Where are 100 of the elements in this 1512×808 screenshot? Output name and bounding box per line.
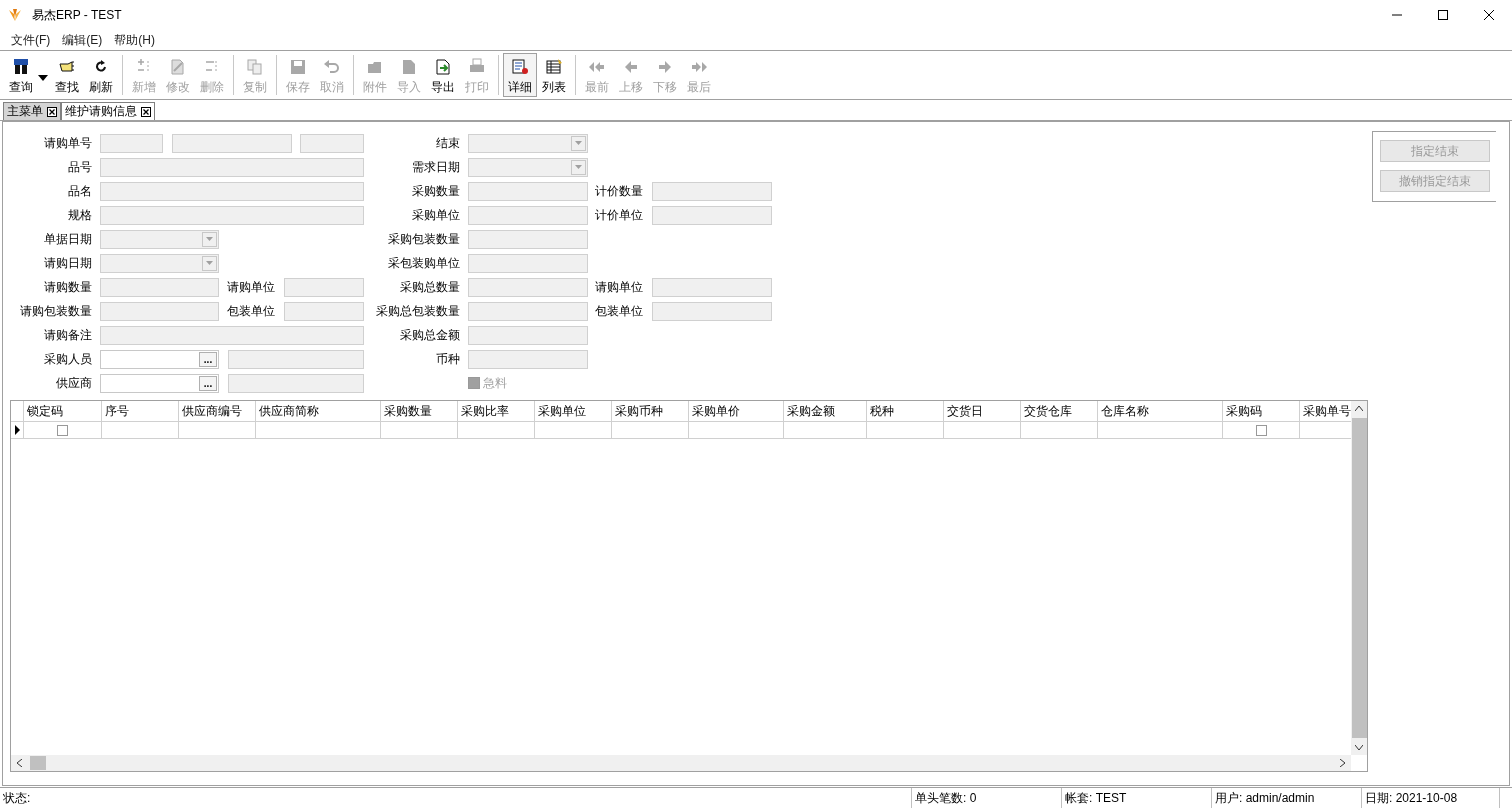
scrollbar-thumb[interactable] [30, 756, 46, 770]
field-label: 采购数量 [411, 182, 460, 200]
column-header[interactable]: 采购码 [1223, 401, 1300, 422]
toolbar-button[interactable]: 详细 [503, 53, 537, 97]
field-label: 请购包装数量 [19, 302, 92, 320]
toolbar-button[interactable]: 查询 [4, 53, 38, 97]
input-field[interactable] [468, 253, 588, 273]
column-header[interactable]: 采购币种 [612, 401, 689, 422]
dropdown-arrow-icon [206, 261, 213, 265]
input-field[interactable] [100, 181, 364, 201]
input-field[interactable] [100, 325, 364, 345]
status-text: 状态: [0, 788, 912, 808]
field-label: 请购单号 [43, 134, 92, 152]
close-icon[interactable] [1484, 10, 1494, 20]
copy-icon [246, 58, 264, 76]
field-label: 供应商 [55, 374, 92, 392]
field-label: 包装单位 [226, 302, 275, 320]
input-field[interactable]: ... [100, 373, 219, 393]
dropdown-field[interactable] [100, 229, 219, 249]
column-header[interactable]: 供应商简称 [256, 401, 381, 422]
input-field[interactable] [172, 133, 292, 153]
column-header[interactable]: 采购单位 [535, 401, 612, 422]
document-arrow-icon [434, 58, 452, 76]
input-field[interactable] [100, 277, 219, 297]
column-header[interactable]: 锁定码 [24, 401, 102, 422]
field-label: 请购日期 [43, 254, 92, 272]
ellipsis-button[interactable]: ... [199, 375, 217, 391]
input-field[interactable] [228, 349, 364, 369]
input-field[interactable] [652, 181, 772, 201]
column-header[interactable]: 采购单价 [689, 401, 784, 422]
column-header[interactable]: 交货仓库 [1021, 401, 1098, 422]
column-header[interactable]: 采购比率 [458, 401, 535, 422]
column-header[interactable]: 税种 [867, 401, 944, 422]
field-label: 采购总金额 [399, 326, 460, 344]
input-field[interactable] [100, 301, 219, 321]
field-label: 请购备注 [43, 326, 92, 344]
input-field[interactable] [468, 325, 588, 345]
menu-item[interactable]: 文件(F) [5, 31, 57, 49]
scroll-left-icon[interactable] [17, 759, 22, 767]
column-header[interactable]: 交货日 [944, 401, 1021, 422]
toolbar-button[interactable]: 导出 [426, 53, 460, 97]
field-label: 请购单位 [594, 278, 643, 296]
column-header[interactable]: 采购数量 [381, 401, 458, 422]
column-header[interactable]: 仓库名称 [1098, 401, 1223, 422]
dropdown-arrow-icon [575, 141, 582, 145]
scroll-right-icon[interactable] [1340, 759, 1345, 767]
dropdown-caret-icon[interactable] [38, 75, 48, 81]
document-icon [400, 58, 418, 76]
column-header[interactable]: 序号 [102, 401, 179, 422]
input-field[interactable] [652, 205, 772, 225]
input-field[interactable] [100, 133, 163, 153]
maximize-icon[interactable] [1438, 10, 1448, 20]
edit-icon [169, 58, 187, 76]
checkbox[interactable] [57, 424, 68, 436]
input-field[interactable] [468, 181, 588, 201]
window-title: 易杰ERP - TEST [32, 6, 122, 24]
field-label: 采包装购单位 [387, 254, 460, 272]
arrow-right-icon [656, 58, 674, 76]
field-label: 需求日期 [411, 158, 460, 176]
input-field[interactable] [468, 205, 588, 225]
input-field[interactable] [284, 277, 364, 297]
field-label: 结束 [435, 134, 460, 152]
row-header[interactable] [11, 422, 24, 439]
input-field[interactable] [652, 277, 772, 297]
close-icon[interactable] [47, 106, 57, 117]
toolbar-button[interactable]: 列表 [537, 53, 571, 97]
input-field[interactable] [100, 157, 364, 177]
scroll-up-icon[interactable] [1355, 406, 1363, 411]
column-header[interactable]: 采购金额 [784, 401, 867, 422]
input-field[interactable] [300, 133, 364, 153]
menu-item[interactable]: 帮助(H) [108, 31, 161, 49]
status-text: 用户: admin/admin [1212, 788, 1362, 808]
checkbox[interactable] [1255, 424, 1267, 436]
input-field[interactable] [468, 277, 588, 297]
tab[interactable]: 维护请购信息 [61, 102, 155, 120]
input-field[interactable] [100, 205, 364, 225]
status-text: 帐套: TEST [1062, 788, 1212, 808]
horizontal-scrollbar[interactable] [11, 755, 1351, 771]
ellipsis-button[interactable]: ... [199, 351, 217, 367]
input-field[interactable] [228, 373, 364, 393]
field-label: 请购单位 [226, 278, 275, 296]
input-field[interactable] [468, 229, 588, 249]
field-label: 币种 [435, 350, 460, 368]
scroll-down-icon[interactable] [1355, 745, 1363, 750]
status-text: 单头笔数: 0 [912, 788, 1062, 808]
dropdown-field[interactable] [468, 157, 588, 177]
input-field[interactable] [468, 349, 588, 369]
close-icon[interactable] [141, 106, 151, 117]
input-field[interactable] [652, 301, 772, 321]
tab[interactable]: 主菜单 [3, 102, 61, 120]
input-field[interactable]: ... [100, 349, 219, 369]
input-field[interactable] [468, 301, 588, 321]
dropdown-field[interactable] [468, 133, 588, 153]
menu-item[interactable]: 编辑(E) [56, 31, 109, 49]
column-header[interactable]: 供应商编号 [179, 401, 256, 422]
toolbar-button[interactable]: 查找 [50, 53, 84, 97]
status-text: 日期: 2021-10-08 [1362, 788, 1500, 808]
dropdown-field[interactable] [100, 253, 219, 273]
input-field[interactable] [284, 301, 364, 321]
toolbar-button[interactable]: 刷新 [84, 53, 118, 97]
